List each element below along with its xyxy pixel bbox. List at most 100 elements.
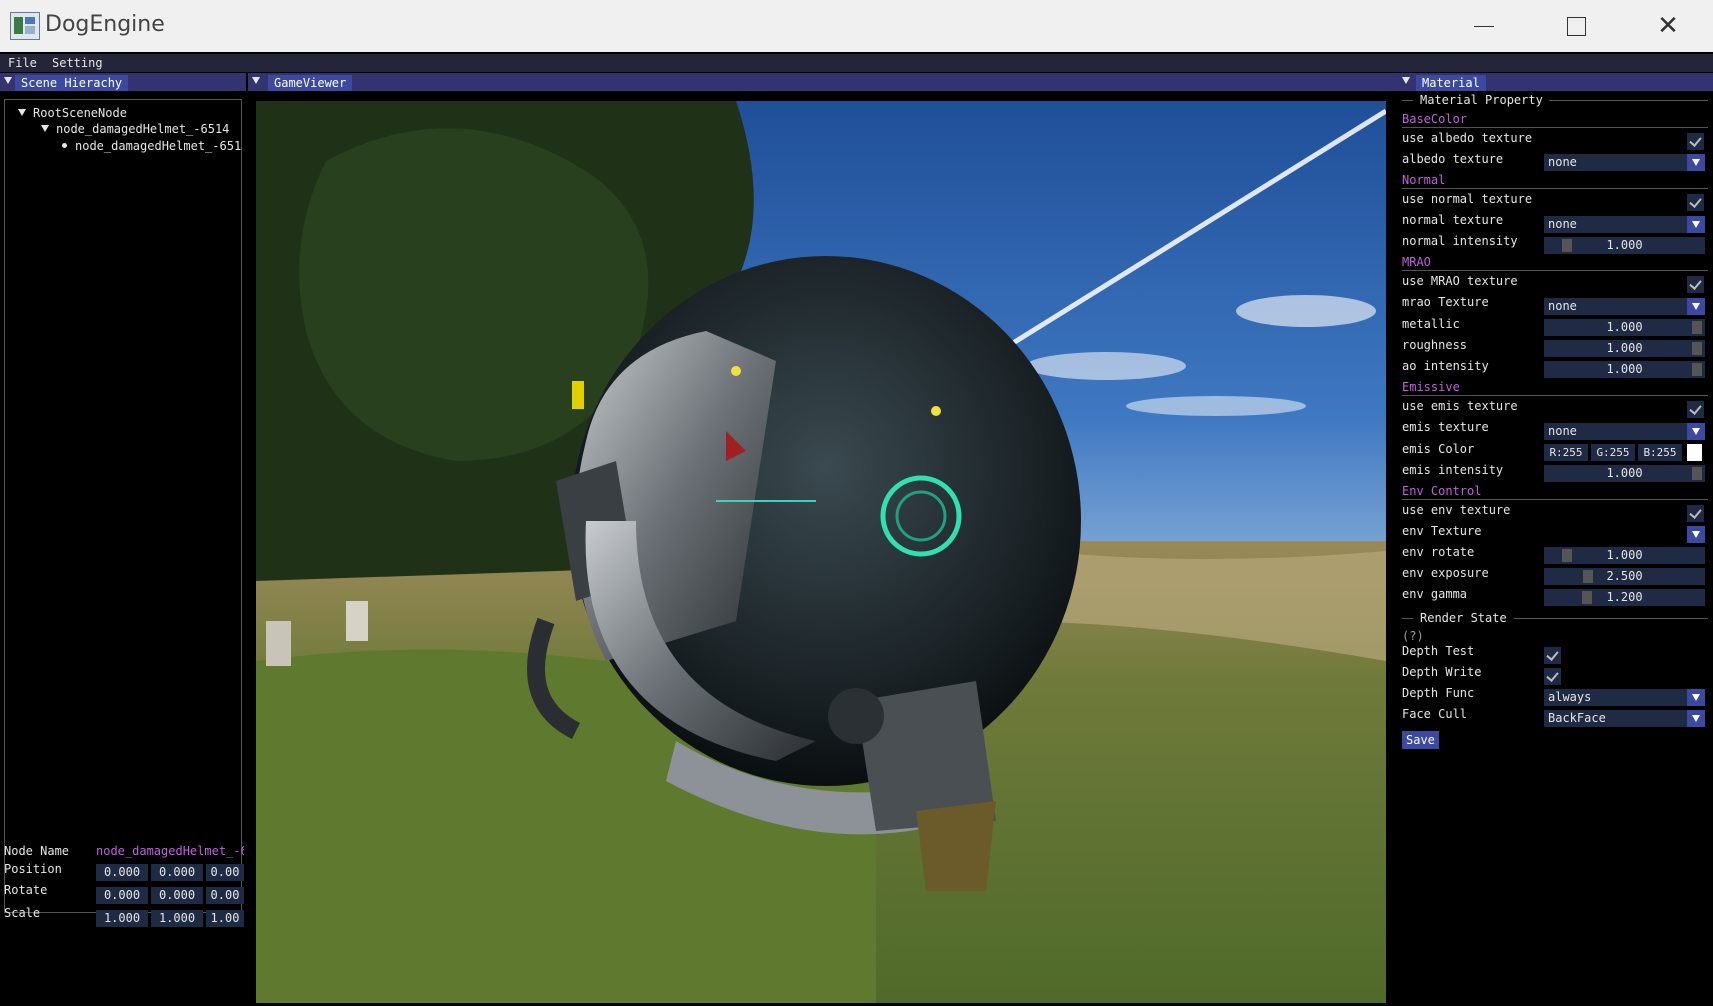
albedo-texture-label: albedo texture xyxy=(1402,152,1504,166)
depth-test-checkbox[interactable] xyxy=(1544,647,1561,664)
help-marker[interactable]: (?) xyxy=(1402,629,1424,643)
emis-color-b[interactable]: B:255 xyxy=(1638,444,1682,461)
menu-file[interactable]: File xyxy=(8,56,37,70)
dropdown-value: none xyxy=(1548,217,1577,231)
use-normal-checkbox[interactable] xyxy=(1687,194,1704,211)
chevron-down-icon[interactable] xyxy=(1687,526,1705,543)
env-gamma-slider[interactable]: 1.200 xyxy=(1544,589,1705,606)
rotate-y-field[interactable]: 0.000 xyxy=(151,887,203,904)
minimize-button[interactable] xyxy=(1438,0,1530,52)
chevron-down-icon[interactable] xyxy=(1687,689,1705,706)
game-viewport[interactable] xyxy=(256,101,1386,1003)
slider-grab[interactable] xyxy=(1583,570,1593,583)
slider-grab[interactable] xyxy=(1562,239,1572,252)
env-exposure-slider[interactable]: 2.500 xyxy=(1544,568,1705,585)
use-emis-checkbox[interactable] xyxy=(1687,401,1704,418)
save-button[interactable]: Save xyxy=(1402,731,1439,749)
slider-grab[interactable] xyxy=(1692,467,1702,480)
slider-value: 1.000 xyxy=(1606,238,1643,252)
use-emis-label: use emis texture xyxy=(1402,399,1518,413)
normal-intensity-slider[interactable]: 1.000 xyxy=(1544,237,1705,254)
position-z-field[interactable]: 0.00 xyxy=(206,864,244,881)
chevron-down-icon[interactable] xyxy=(1687,710,1705,727)
ao-intensity-slider[interactable]: 1.000 xyxy=(1544,361,1705,378)
depth-func-dropdown[interactable]: always xyxy=(1544,689,1705,706)
emis-intensity-slider[interactable]: 1.000 xyxy=(1544,465,1705,482)
node-name-value[interactable]: node_damagedHelmet_-6 xyxy=(96,844,244,858)
separator xyxy=(1549,100,1708,101)
rotate-x-field[interactable]: 0.000 xyxy=(96,887,148,904)
slider-grab[interactable] xyxy=(1692,321,1702,334)
close-button[interactable]: ✕ xyxy=(1622,0,1713,52)
scale-y-field[interactable]: 1.000 xyxy=(151,910,203,927)
mrao-texture-dropdown[interactable]: none xyxy=(1544,298,1705,315)
bullet-icon xyxy=(62,143,67,148)
tree-node-helmet[interactable]: node_damagedHelmet_-6514 xyxy=(41,122,229,136)
section-emissive: Emissive xyxy=(1402,380,1460,394)
separator xyxy=(1402,618,1413,619)
chevron-down-icon[interactable] xyxy=(1687,154,1705,171)
slider-value: 1.200 xyxy=(1606,590,1643,604)
ao-intensity-label: ao intensity xyxy=(1402,359,1489,373)
tab-material[interactable]: Material xyxy=(1416,75,1486,91)
scale-z-field[interactable]: 1.00 xyxy=(206,910,244,927)
use-mrao-checkbox[interactable] xyxy=(1687,276,1704,293)
dropdown-value: BackFace xyxy=(1548,711,1606,725)
render-state-title: Render State xyxy=(1414,611,1513,625)
slider-value: 1.000 xyxy=(1606,548,1643,562)
chevron-down-icon[interactable] xyxy=(1687,423,1705,440)
slider-grab[interactable] xyxy=(1692,363,1702,376)
dropdown-value: none xyxy=(1548,424,1577,438)
env-rotate-slider[interactable]: 1.000 xyxy=(1544,547,1705,564)
emis-color-g[interactable]: G:255 xyxy=(1591,444,1635,461)
chevron-down-icon[interactable] xyxy=(1687,216,1705,233)
use-env-checkbox[interactable] xyxy=(1687,505,1704,522)
slider-value: 1.000 xyxy=(1606,320,1643,334)
depth-func-label: Depth Func xyxy=(1402,686,1475,700)
rotate-z-field[interactable]: 0.00 xyxy=(206,887,244,904)
separator xyxy=(1402,270,1708,271)
depth-test-label: Depth Test xyxy=(1402,644,1475,658)
tab-game-viewer[interactable]: GameViewer xyxy=(268,75,353,91)
roughness-slider[interactable]: 1.000 xyxy=(1544,340,1705,357)
normal-texture-dropdown[interactable]: none xyxy=(1544,216,1705,233)
scale-x-field[interactable]: 1.000 xyxy=(96,910,148,927)
albedo-texture-dropdown[interactable]: none xyxy=(1544,154,1705,171)
collapse-arrow-icon[interactable] xyxy=(1402,77,1410,84)
separator xyxy=(1402,499,1708,500)
scene-render xyxy=(256,101,1386,1003)
normal-intensity-label: normal intensity xyxy=(1402,234,1518,248)
slider-grab[interactable] xyxy=(1692,342,1702,355)
collapse-arrow-icon[interactable] xyxy=(252,77,260,84)
slider-grab[interactable] xyxy=(1582,591,1592,604)
use-albedo-checkbox[interactable] xyxy=(1687,133,1704,150)
expand-arrow-icon xyxy=(41,125,49,132)
chevron-down-icon[interactable] xyxy=(1687,298,1705,315)
menu-setting[interactable]: Setting xyxy=(52,56,103,70)
position-x-field[interactable]: 0.000 xyxy=(96,864,148,881)
maximize-button[interactable] xyxy=(1530,0,1622,52)
section-normal: Normal xyxy=(1402,173,1446,187)
maximize-icon xyxy=(1566,16,1586,36)
slider-grab[interactable] xyxy=(1562,549,1572,562)
metallic-slider[interactable]: 1.000 xyxy=(1544,319,1705,336)
emis-texture-label: emis texture xyxy=(1402,420,1489,434)
env-texture-dropdown[interactable] xyxy=(1687,526,1705,543)
tree-node-root[interactable]: RootSceneNode xyxy=(18,106,127,120)
use-albedo-label: use albedo texture xyxy=(1402,131,1533,145)
section-mrao: MRAO xyxy=(1402,255,1431,269)
emis-texture-dropdown[interactable]: none xyxy=(1544,423,1705,440)
emis-color-swatch[interactable] xyxy=(1687,444,1702,461)
tab-scene-hierarchy[interactable]: Scene Hierachy xyxy=(15,75,129,91)
emis-color-r[interactable]: R:255 xyxy=(1544,444,1588,461)
separator xyxy=(1514,618,1708,619)
position-y-field[interactable]: 0.000 xyxy=(151,864,203,881)
collapse-arrow-icon[interactable] xyxy=(4,77,12,84)
depth-write-checkbox[interactable] xyxy=(1544,668,1561,685)
env-texture-label: env Texture xyxy=(1402,524,1482,538)
material-property-title: Material Property xyxy=(1414,93,1549,107)
tree-node-helmet-child[interactable]: node_damagedHelmet_-651 xyxy=(62,139,241,153)
face-cull-dropdown[interactable]: BackFace xyxy=(1544,710,1705,727)
use-normal-label: use normal texture xyxy=(1402,192,1533,206)
game-viewer-panel: GameViewer xyxy=(248,73,1394,1006)
